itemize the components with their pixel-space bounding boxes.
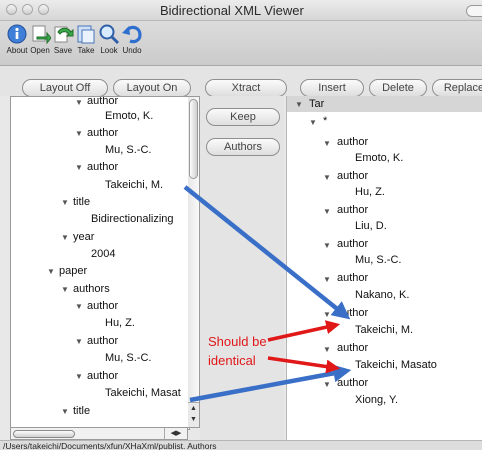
layout-off-button[interactable]: Layout Off	[22, 79, 108, 97]
tree-node[interactable]: author	[87, 300, 118, 312]
view-tree[interactable]: ▼ Tar ▼ * ▼ author Emoto, K. ▼ author Hu…	[286, 96, 482, 440]
disclosure-triangle-icon[interactable]: ▼	[75, 163, 83, 172]
tree-node[interactable]: 2004	[91, 248, 115, 260]
disclosure-triangle-icon[interactable]: ▼	[61, 233, 69, 242]
tree-node[interactable]: Takeichi, M.	[105, 179, 163, 191]
disclosure-triangle-icon[interactable]: ▼	[75, 337, 83, 346]
scroll-thumb[interactable]	[189, 99, 198, 179]
title-bar: Bidirectional XML Viewer	[0, 0, 482, 21]
tree-node[interactable]: Nakano, K.	[355, 289, 409, 301]
disclosure-triangle-icon[interactable]: ▼	[323, 345, 331, 354]
disclosure-triangle-icon[interactable]: ▼	[61, 198, 69, 207]
source-tree-vertical-scrollbar[interactable]: ▲ ▼	[188, 96, 200, 428]
zoom-window-button[interactable]	[38, 4, 49, 15]
undo-label: Undo	[122, 46, 142, 55]
tree-node[interactable]: author	[87, 161, 118, 173]
tree-node[interactable]: Takeichi, Masat	[105, 387, 181, 399]
tree-node[interactable]: author	[337, 342, 368, 354]
tree-node[interactable]: title	[73, 196, 90, 208]
disclosure-triangle-icon[interactable]: ▼	[47, 267, 55, 276]
insert-button[interactable]: Insert	[300, 79, 364, 97]
source-tree-horizontal-scrollbar[interactable]: ◀▶	[10, 427, 188, 440]
disclosure-triangle-icon[interactable]: ▼	[323, 380, 331, 389]
info-icon	[7, 24, 27, 44]
tree-node[interactable]: author	[87, 335, 118, 347]
take-icon	[77, 25, 95, 44]
xtract-button[interactable]: Xtract	[205, 79, 287, 97]
save-icon	[54, 26, 74, 43]
open-icon	[32, 25, 51, 45]
undo-tool[interactable]: Undo	[119, 23, 145, 55]
window-title: Bidirectional XML Viewer	[160, 3, 304, 18]
toolbar: About Open Save Take Look Undo	[0, 21, 482, 66]
tree-node[interactable]: author	[337, 136, 368, 148]
action-bar: Layout Off Layout On Xtract Insert Delet…	[0, 66, 482, 97]
tree-node[interactable]: author	[337, 307, 368, 319]
annotation-label-line1: Should be	[208, 334, 267, 349]
tree-node[interactable]: author	[87, 370, 118, 382]
scroll-up-arrow-icon[interactable]: ▲	[188, 403, 199, 414]
tree-node[interactable]: author	[337, 204, 368, 216]
disclosure-triangle-icon[interactable]: ▼	[323, 139, 331, 148]
disclosure-triangle-icon[interactable]: ▼	[75, 372, 83, 381]
tree-node[interactable]: Mu, S.-C.	[105, 352, 151, 364]
tree-node[interactable]: *	[323, 115, 327, 127]
tree-node[interactable]: Takeichi, Masato	[355, 359, 437, 371]
tree-node[interactable]: Emoto, K.	[105, 110, 153, 122]
disclosure-triangle-icon[interactable]: ▼	[61, 285, 69, 294]
tree-node[interactable]: Liu, D.	[355, 220, 387, 232]
middle-panel: Keep Authors	[200, 96, 284, 440]
disclosure-triangle-icon[interactable]: ▼	[323, 207, 331, 216]
delete-button[interactable]: Delete	[369, 79, 427, 97]
tree-node[interactable]: Xiong, Y.	[355, 394, 398, 406]
keep-button[interactable]: Keep	[206, 108, 280, 126]
scroll-arrows[interactable]: ▲ ▼	[188, 402, 199, 427]
disclosure-triangle-icon[interactable]: ▼	[323, 241, 331, 250]
tree-node[interactable]: author	[87, 127, 118, 139]
disclosure-triangle-icon[interactable]: ▼	[323, 173, 331, 182]
status-bar: /Users/takeichi/Documents/xfun/XHaXml/pu…	[0, 440, 482, 450]
tree-node[interactable]: Hu, Z.	[105, 317, 135, 329]
tree-node[interactable]: author	[337, 238, 368, 250]
close-window-button[interactable]	[6, 4, 17, 15]
tree-node[interactable]: author	[337, 272, 368, 284]
scroll-down-arrow-icon[interactable]: ▼	[188, 414, 199, 425]
disclosure-triangle-icon[interactable]: ▼	[75, 98, 83, 107]
disclosure-triangle-icon[interactable]: ▼	[61, 407, 69, 416]
tree-node[interactable]: Bidirectionalizing	[91, 213, 174, 225]
app-window: Bidirectional XML Viewer About Open Save…	[0, 0, 482, 450]
tree-node[interactable]: Tar	[309, 98, 324, 110]
tree-node[interactable]: paper	[59, 265, 87, 277]
tree-node[interactable]: year	[73, 231, 94, 243]
disclosure-triangle-icon[interactable]: ▼	[323, 310, 331, 319]
tree-node[interactable]: Emoto, K.	[355, 152, 403, 164]
tree-node[interactable]: Takeichi, M.	[355, 324, 413, 336]
scroll-arrows[interactable]: ◀▶	[164, 428, 187, 439]
scroll-right-arrow-icon[interactable]: ▶	[176, 430, 181, 437]
annotation-label-line2: identical	[208, 353, 256, 368]
layout-on-button[interactable]: Layout On	[113, 79, 191, 97]
tree-node[interactable]: Hu, Z.	[355, 186, 385, 198]
minimize-window-button[interactable]	[22, 4, 33, 15]
disclosure-triangle-icon[interactable]: ▼	[75, 129, 83, 138]
tree-node[interactable]: Mu, S.-C.	[355, 254, 401, 266]
disclosure-triangle-icon[interactable]: ▼	[309, 118, 317, 127]
disclosure-triangle-icon[interactable]: ▼	[295, 100, 303, 109]
tree-node[interactable]: author	[337, 170, 368, 182]
tree-node[interactable]: authors	[73, 283, 110, 295]
look-icon	[99, 24, 120, 45]
authors-button[interactable]: Authors	[206, 138, 280, 156]
tree-node[interactable]: author	[337, 377, 368, 389]
disclosure-triangle-icon[interactable]: ▼	[323, 275, 331, 284]
tree-node[interactable]: title	[73, 405, 90, 417]
source-tree[interactable]: ▼ author Emoto, K. ▼ author Mu, S.-C. ▼ …	[10, 96, 190, 430]
undo-icon	[122, 25, 142, 44]
tree-node[interactable]: Mu, S.-C.	[105, 144, 151, 156]
replace-button[interactable]: Replace	[432, 79, 482, 97]
disclosure-triangle-icon[interactable]: ▼	[75, 302, 83, 311]
scroll-thumb[interactable]	[13, 430, 75, 438]
tree-node[interactable]: author	[87, 97, 118, 107]
toolbar-toggle-button[interactable]	[466, 5, 482, 17]
